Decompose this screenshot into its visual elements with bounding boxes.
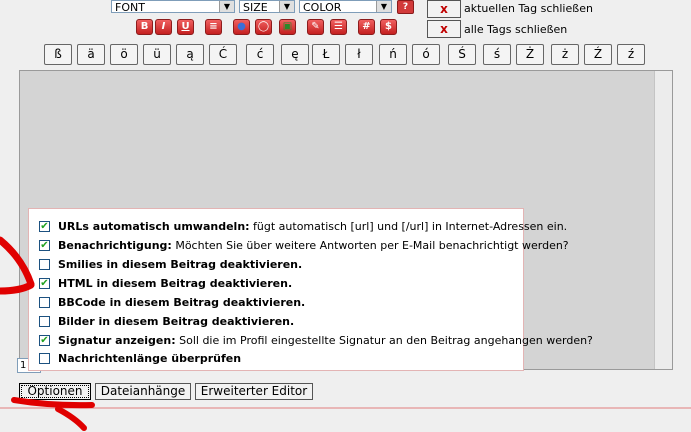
annotation-overlay [0,236,95,431]
annotation-arrow-stroke [0,236,35,288]
annotation-underline-stroke [55,406,87,431]
annotation-underline-stroke [11,397,95,409]
annotation-arrow-stroke [0,281,35,295]
